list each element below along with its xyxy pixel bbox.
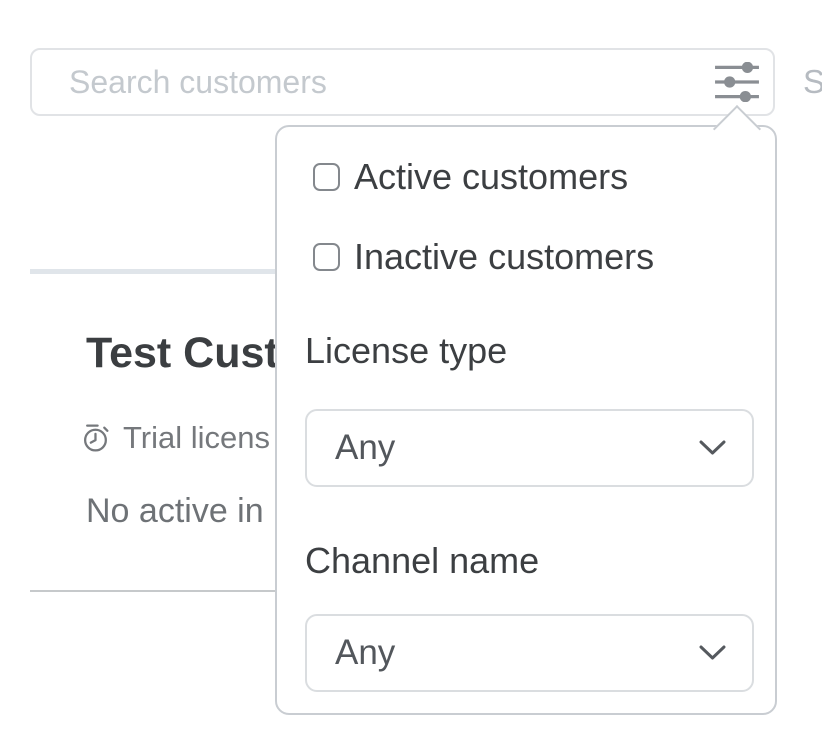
active-customers-label: Active customers [354,156,628,198]
license-label: Trial licens [123,420,270,456]
license-row: Trial licens [82,420,270,456]
chevron-down-icon [699,440,726,456]
inactive-customers-label: Inactive customers [354,236,654,278]
sliders-icon [714,62,760,102]
channel-name-value: Any [335,633,395,673]
sort-text-fragment: S [803,63,822,101]
filter-popover: Active customers Inactive customers Lice… [275,125,777,715]
license-type-select[interactable]: Any [305,409,754,487]
chevron-down-icon [699,645,726,661]
inactive-customers-row[interactable]: Inactive customers [313,238,654,276]
license-type-value: Any [335,428,395,468]
customer-title: Test Cust [86,329,279,378]
active-customers-row[interactable]: Active customers [313,158,628,196]
customers-page: S Test Cust Trial licens No active in Ac… [0,0,822,756]
filter-button[interactable] [709,56,765,108]
license-type-label: License type [305,330,507,372]
search-input[interactable] [32,50,773,114]
search-bar [30,48,775,116]
timer-icon [82,423,110,453]
inactive-customers-checkbox[interactable] [313,243,340,271]
active-customers-checkbox[interactable] [313,163,340,191]
installations-text: No active in [86,492,264,531]
channel-name-select[interactable]: Any [305,614,754,692]
channel-name-label: Channel name [305,540,539,582]
